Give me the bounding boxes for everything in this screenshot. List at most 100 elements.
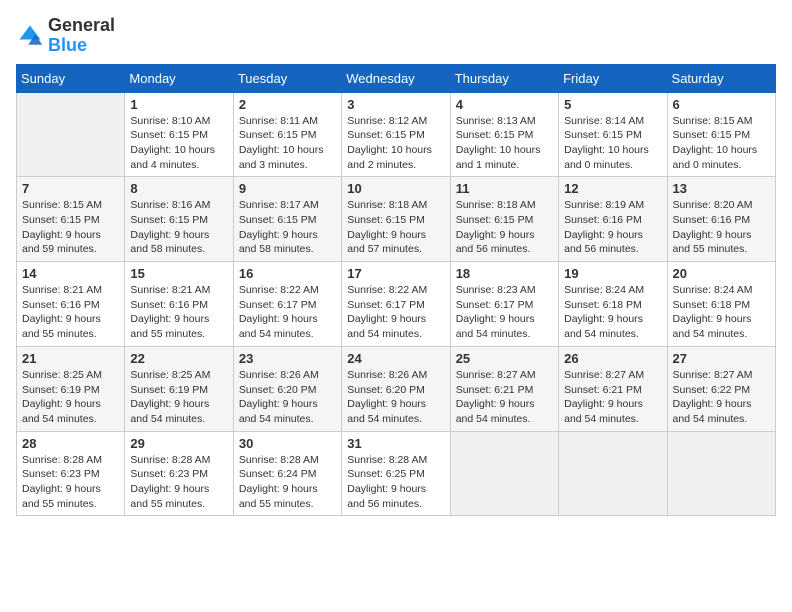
sunset-label: Sunset: 6:19 PM xyxy=(22,384,100,396)
sunrise-label: Sunrise: 8:24 AM xyxy=(673,284,753,296)
day-info: Sunrise: 8:16 AM Sunset: 6:15 PM Dayligh… xyxy=(130,198,227,257)
day-info: Sunrise: 8:27 AM Sunset: 6:21 PM Dayligh… xyxy=(456,368,553,427)
daylight-label: Daylight: 9 hours and 54 minutes. xyxy=(456,313,535,340)
calendar-cell: 13 Sunrise: 8:20 AM Sunset: 6:16 PM Dayl… xyxy=(667,177,775,262)
calendar-cell: 30 Sunrise: 8:28 AM Sunset: 6:24 PM Dayl… xyxy=(233,431,341,516)
weekday-header: Monday xyxy=(125,64,233,92)
daylight-label: Daylight: 9 hours and 55 minutes. xyxy=(239,483,318,510)
sunrise-label: Sunrise: 8:24 AM xyxy=(564,284,644,296)
daylight-label: Daylight: 9 hours and 54 minutes. xyxy=(673,398,752,425)
day-info: Sunrise: 8:19 AM Sunset: 6:16 PM Dayligh… xyxy=(564,198,661,257)
day-info: Sunrise: 8:10 AM Sunset: 6:15 PM Dayligh… xyxy=(130,114,227,173)
day-number: 18 xyxy=(456,266,553,281)
sunset-label: Sunset: 6:15 PM xyxy=(347,214,425,226)
daylight-label: Daylight: 9 hours and 55 minutes. xyxy=(130,483,209,510)
sunrise-label: Sunrise: 8:27 AM xyxy=(456,369,536,381)
daylight-label: Daylight: 9 hours and 54 minutes. xyxy=(456,398,535,425)
sunset-label: Sunset: 6:15 PM xyxy=(239,214,317,226)
sunset-label: Sunset: 6:16 PM xyxy=(564,214,642,226)
day-number: 26 xyxy=(564,351,661,366)
sunset-label: Sunset: 6:20 PM xyxy=(239,384,317,396)
calendar-cell: 21 Sunrise: 8:25 AM Sunset: 6:19 PM Dayl… xyxy=(17,346,125,431)
day-info: Sunrise: 8:26 AM Sunset: 6:20 PM Dayligh… xyxy=(347,368,444,427)
sunrise-label: Sunrise: 8:14 AM xyxy=(564,115,644,127)
sunrise-label: Sunrise: 8:23 AM xyxy=(456,284,536,296)
weekday-header: Saturday xyxy=(667,64,775,92)
calendar-cell: 28 Sunrise: 8:28 AM Sunset: 6:23 PM Dayl… xyxy=(17,431,125,516)
sunset-label: Sunset: 6:15 PM xyxy=(239,129,317,141)
sunset-label: Sunset: 6:19 PM xyxy=(130,384,208,396)
day-number: 8 xyxy=(130,181,227,196)
weekday-header: Thursday xyxy=(450,64,558,92)
daylight-label: Daylight: 9 hours and 55 minutes. xyxy=(22,483,101,510)
sunrise-label: Sunrise: 8:16 AM xyxy=(130,199,210,211)
day-info: Sunrise: 8:13 AM Sunset: 6:15 PM Dayligh… xyxy=(456,114,553,173)
sunrise-label: Sunrise: 8:11 AM xyxy=(239,115,318,127)
calendar-cell: 24 Sunrise: 8:26 AM Sunset: 6:20 PM Dayl… xyxy=(342,346,450,431)
sunset-label: Sunset: 6:15 PM xyxy=(22,214,100,226)
day-number: 22 xyxy=(130,351,227,366)
day-number: 5 xyxy=(564,97,661,112)
daylight-label: Daylight: 10 hours and 2 minutes. xyxy=(347,144,432,171)
sunset-label: Sunset: 6:17 PM xyxy=(347,299,425,311)
sunrise-label: Sunrise: 8:20 AM xyxy=(673,199,753,211)
sunset-label: Sunset: 6:23 PM xyxy=(22,468,100,480)
calendar-cell: 17 Sunrise: 8:22 AM Sunset: 6:17 PM Dayl… xyxy=(342,262,450,347)
daylight-label: Daylight: 9 hours and 54 minutes. xyxy=(239,398,318,425)
day-number: 11 xyxy=(456,181,553,196)
calendar-week: 7 Sunrise: 8:15 AM Sunset: 6:15 PM Dayli… xyxy=(17,177,776,262)
day-info: Sunrise: 8:27 AM Sunset: 6:22 PM Dayligh… xyxy=(673,368,770,427)
day-number: 17 xyxy=(347,266,444,281)
calendar-header: SundayMondayTuesdayWednesdayThursdayFrid… xyxy=(17,64,776,92)
daylight-label: Daylight: 9 hours and 58 minutes. xyxy=(130,229,209,256)
day-number: 19 xyxy=(564,266,661,281)
daylight-label: Daylight: 9 hours and 56 minutes. xyxy=(456,229,535,256)
daylight-label: Daylight: 9 hours and 56 minutes. xyxy=(347,483,426,510)
logo-icon xyxy=(16,22,44,50)
daylight-label: Daylight: 9 hours and 54 minutes. xyxy=(347,398,426,425)
sunset-label: Sunset: 6:16 PM xyxy=(673,214,751,226)
calendar-cell xyxy=(450,431,558,516)
day-info: Sunrise: 8:12 AM Sunset: 6:15 PM Dayligh… xyxy=(347,114,444,173)
calendar-week: 21 Sunrise: 8:25 AM Sunset: 6:19 PM Dayl… xyxy=(17,346,776,431)
daylight-label: Daylight: 10 hours and 0 minutes. xyxy=(673,144,758,171)
sunrise-label: Sunrise: 8:25 AM xyxy=(22,369,102,381)
daylight-label: Daylight: 9 hours and 54 minutes. xyxy=(347,313,426,340)
day-info: Sunrise: 8:26 AM Sunset: 6:20 PM Dayligh… xyxy=(239,368,336,427)
sunrise-label: Sunrise: 8:15 AM xyxy=(22,199,102,211)
day-info: Sunrise: 8:22 AM Sunset: 6:17 PM Dayligh… xyxy=(239,283,336,342)
sunset-label: Sunset: 6:16 PM xyxy=(22,299,100,311)
sunset-label: Sunset: 6:25 PM xyxy=(347,468,425,480)
sunrise-label: Sunrise: 8:13 AM xyxy=(456,115,536,127)
day-info: Sunrise: 8:28 AM Sunset: 6:24 PM Dayligh… xyxy=(239,453,336,512)
calendar-cell: 6 Sunrise: 8:15 AM Sunset: 6:15 PM Dayli… xyxy=(667,92,775,177)
day-number: 25 xyxy=(456,351,553,366)
daylight-label: Daylight: 9 hours and 54 minutes. xyxy=(564,398,643,425)
calendar-week: 28 Sunrise: 8:28 AM Sunset: 6:23 PM Dayl… xyxy=(17,431,776,516)
day-number: 21 xyxy=(22,351,119,366)
day-info: Sunrise: 8:17 AM Sunset: 6:15 PM Dayligh… xyxy=(239,198,336,257)
day-info: Sunrise: 8:21 AM Sunset: 6:16 PM Dayligh… xyxy=(130,283,227,342)
sunrise-label: Sunrise: 8:21 AM xyxy=(130,284,210,296)
daylight-label: Daylight: 9 hours and 59 minutes. xyxy=(22,229,101,256)
daylight-label: Daylight: 9 hours and 54 minutes. xyxy=(130,398,209,425)
sunrise-label: Sunrise: 8:18 AM xyxy=(347,199,427,211)
day-number: 2 xyxy=(239,97,336,112)
calendar-week: 1 Sunrise: 8:10 AM Sunset: 6:15 PM Dayli… xyxy=(17,92,776,177)
day-number: 10 xyxy=(347,181,444,196)
day-number: 9 xyxy=(239,181,336,196)
sunrise-label: Sunrise: 8:26 AM xyxy=(239,369,319,381)
day-info: Sunrise: 8:15 AM Sunset: 6:15 PM Dayligh… xyxy=(22,198,119,257)
sunset-label: Sunset: 6:18 PM xyxy=(673,299,751,311)
day-info: Sunrise: 8:24 AM Sunset: 6:18 PM Dayligh… xyxy=(673,283,770,342)
day-info: Sunrise: 8:24 AM Sunset: 6:18 PM Dayligh… xyxy=(564,283,661,342)
weekday-header: Friday xyxy=(559,64,667,92)
day-number: 1 xyxy=(130,97,227,112)
sunrise-label: Sunrise: 8:22 AM xyxy=(239,284,319,296)
day-number: 28 xyxy=(22,436,119,451)
daylight-label: Daylight: 10 hours and 4 minutes. xyxy=(130,144,215,171)
calendar-cell: 11 Sunrise: 8:18 AM Sunset: 6:15 PM Dayl… xyxy=(450,177,558,262)
day-number: 12 xyxy=(564,181,661,196)
daylight-label: Daylight: 9 hours and 55 minutes. xyxy=(22,313,101,340)
day-info: Sunrise: 8:25 AM Sunset: 6:19 PM Dayligh… xyxy=(130,368,227,427)
